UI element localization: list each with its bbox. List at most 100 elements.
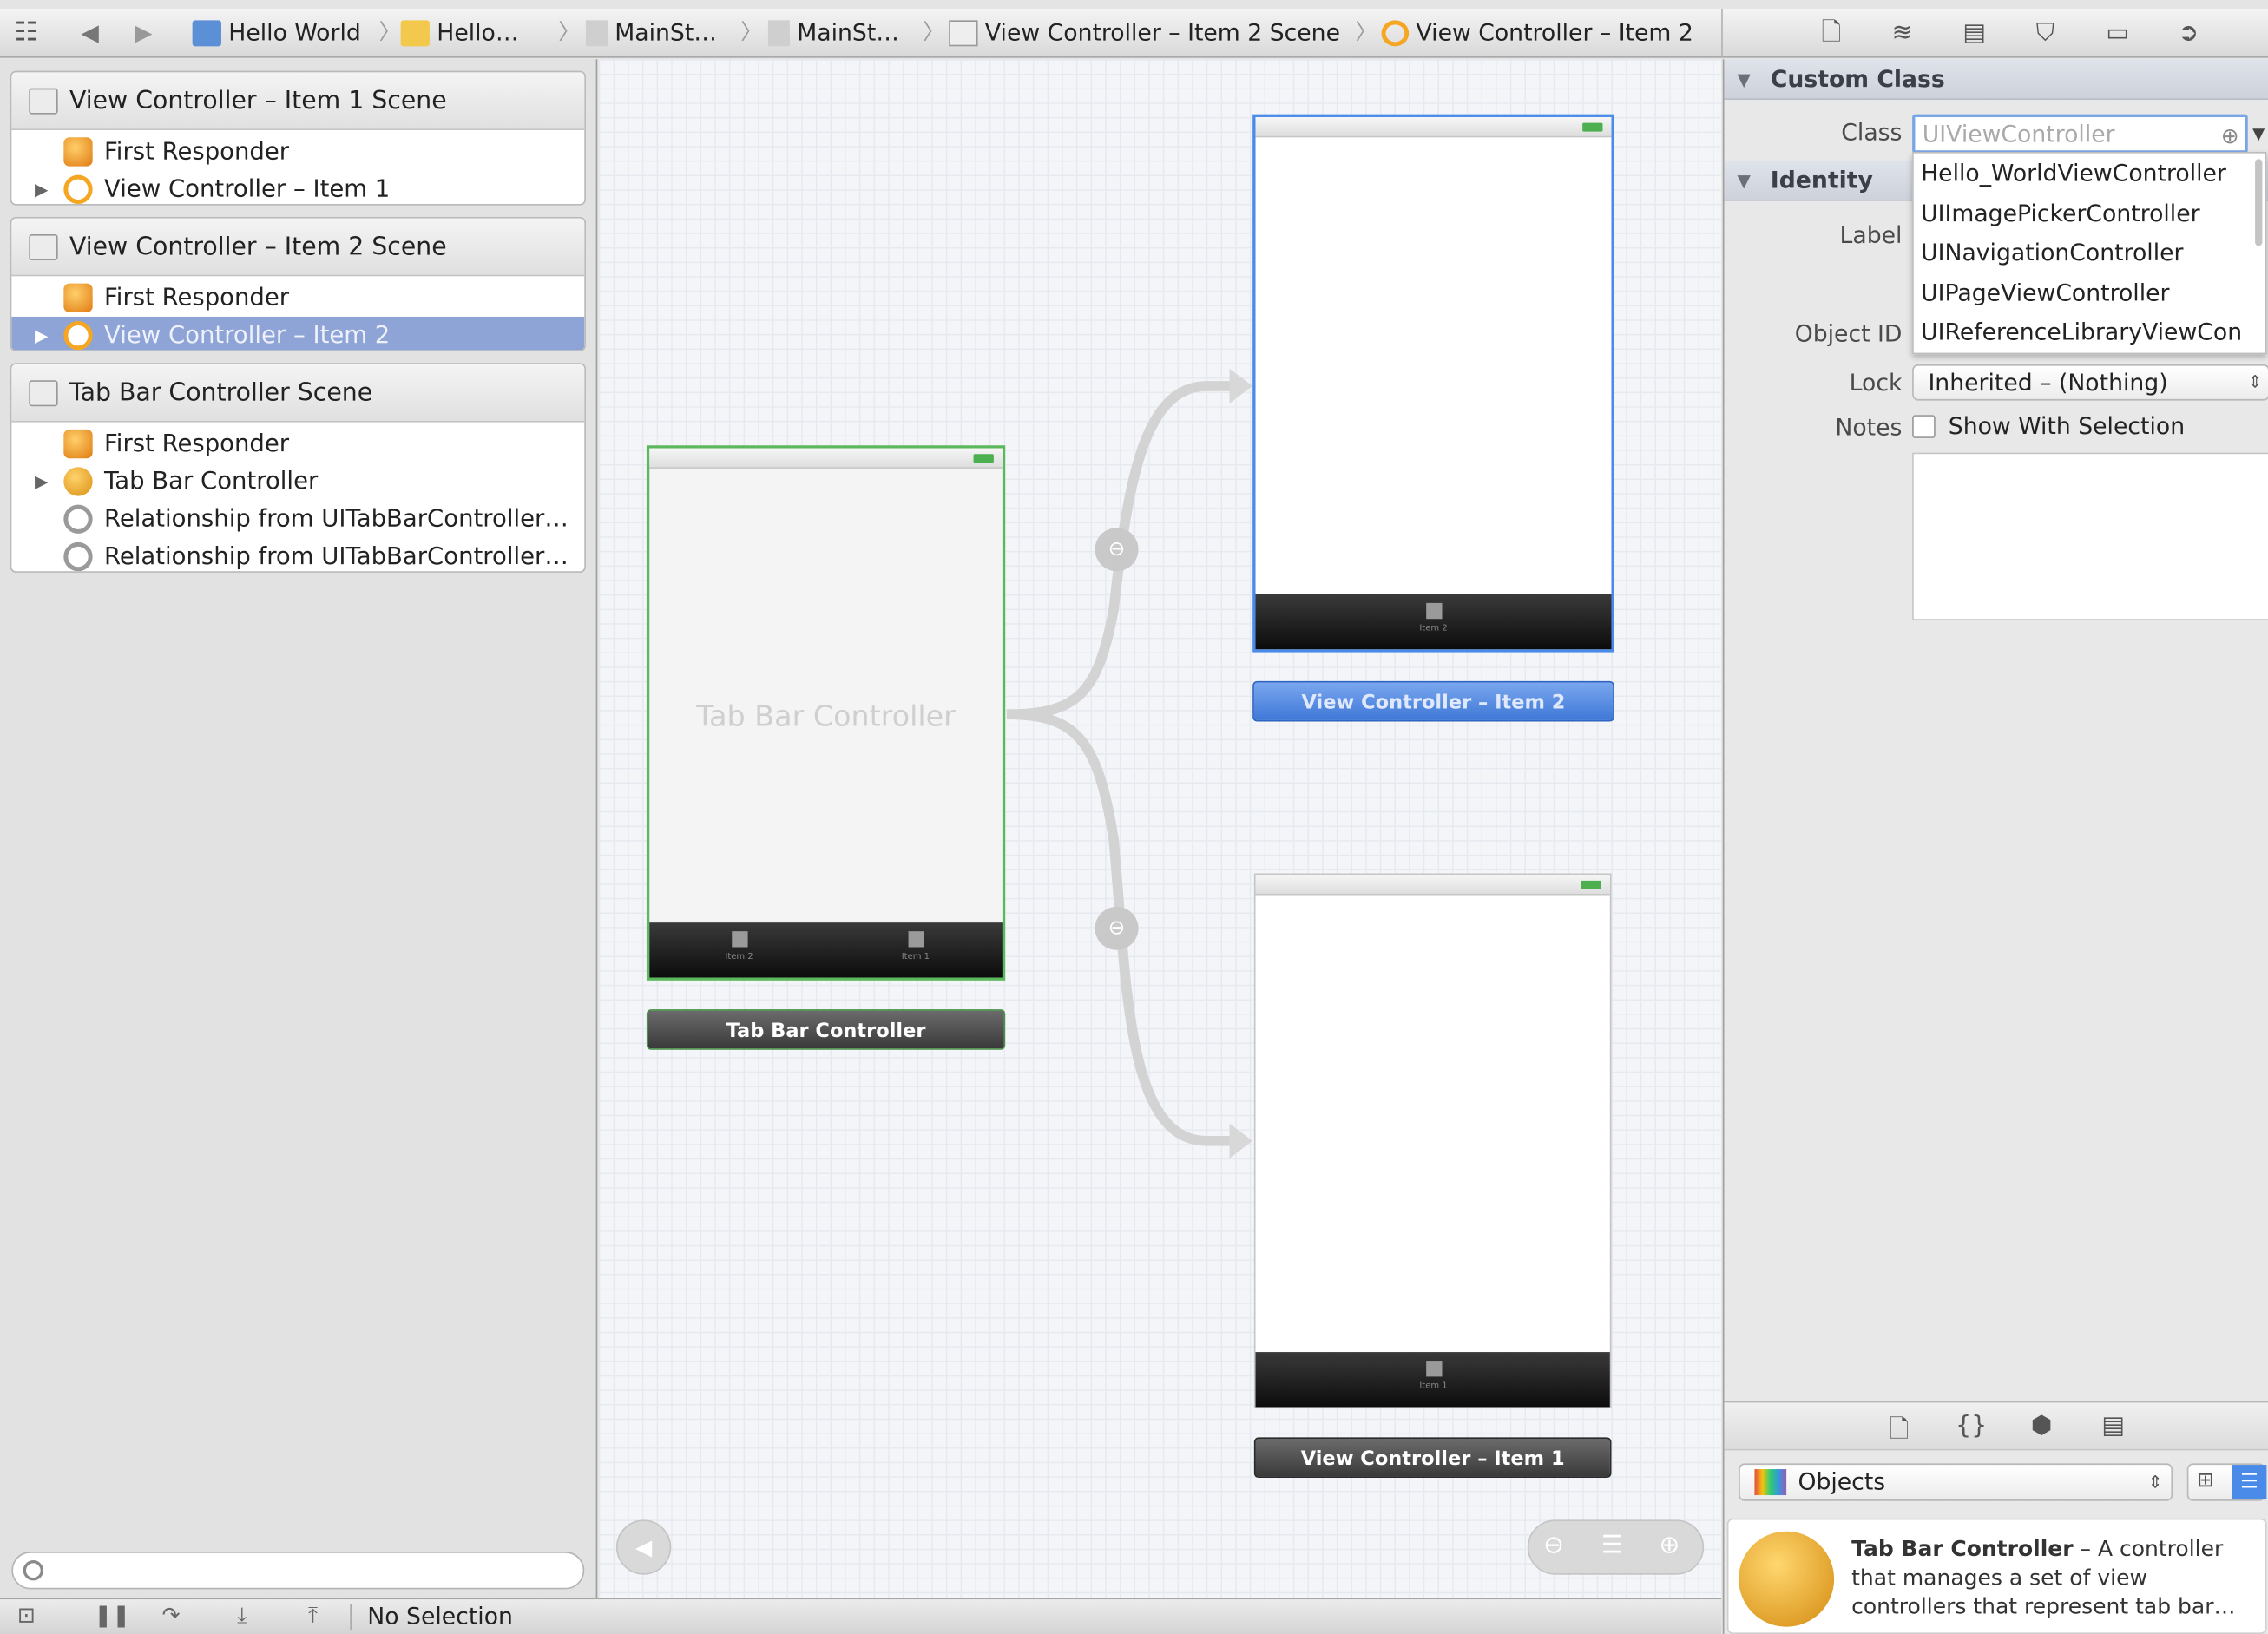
zoom-fit-icon[interactable]: ☰: [1601, 1532, 1623, 1560]
step-out-icon[interactable]: ⤒: [308, 1602, 318, 1628]
outline-item-relationship[interactable]: Relationship from UITabBarController…: [11, 538, 584, 572]
outline-item-first-responder[interactable]: First Responder: [11, 425, 584, 463]
relationship-segue-icon: [63, 504, 93, 534]
scene-title-tab-bar-controller[interactable]: Tab Bar Controller: [646, 1009, 1006, 1050]
crumb-separator: 〉: [1355, 18, 1377, 45]
disclosure-triangle-icon[interactable]: ▶: [35, 171, 48, 204]
outline-item-first-responder[interactable]: First Responder: [11, 279, 584, 317]
tab-bar-item[interactable]: Item 2: [1412, 602, 1456, 633]
scene-item2: View Controller – Item 2 Scene First Res…: [10, 216, 586, 351]
class-suggestion[interactable]: UIReferenceLibraryViewCon: [1914, 313, 2265, 353]
view-controller-icon: [63, 320, 93, 351]
relationship-segue-badge[interactable]: ⊖: [1095, 906, 1139, 950]
status-bar: [1255, 116, 1612, 138]
outline-filter-field[interactable]: [11, 1552, 585, 1590]
disclosure-triangle-icon[interactable]: ▼: [1737, 161, 1750, 201]
tab-bar-item[interactable]: Item 1: [894, 931, 937, 961]
step-into-icon[interactable]: ⤓: [237, 1602, 247, 1628]
scene-title-view-controller-item1[interactable]: View Controller – Item 1: [1253, 1437, 1612, 1479]
toggle-outline-button[interactable]: ◀: [615, 1519, 672, 1575]
connections-inspector-icon[interactable]: ➲: [2173, 17, 2205, 49]
crumb-separator: 〉: [558, 18, 581, 45]
lock-label: Lock: [1849, 368, 1903, 397]
disclosure-triangle-icon[interactable]: ▼: [1737, 59, 1750, 100]
outline-item-first-responder[interactable]: First Responder: [11, 133, 584, 170]
back-arrow-icon[interactable]: ◀: [81, 9, 99, 58]
scene-title-view-controller-item2[interactable]: View Controller – Item 2: [1252, 680, 1614, 722]
tab-bar-item[interactable]: Item 1: [1412, 1361, 1456, 1391]
scene-tab-bar-controller: Tab Bar Controller Scene First Responder…: [10, 363, 586, 573]
outline-item-view-controller-2[interactable]: ▶ View Controller – Item 2: [11, 316, 585, 351]
outline-item-relationship[interactable]: Relationship from UITabBarController…: [11, 501, 584, 538]
quick-help-icon[interactable]: ≋: [1886, 17, 1918, 49]
battery-icon: [973, 454, 994, 463]
zoom-in-icon[interactable]: ⊕: [1659, 1532, 1680, 1560]
lock-popup[interactable]: Inherited – (Nothing) ⇕: [1912, 364, 2268, 401]
crumb-project[interactable]: Hello World: [192, 9, 361, 58]
dropdown-scrollbar[interactable]: [2255, 159, 2263, 246]
size-inspector-icon[interactable]: ▭: [2101, 17, 2133, 49]
identity-inspector-icon[interactable]: ▤: [1958, 17, 1990, 49]
list-view-icon[interactable]: ☰: [2232, 1465, 2267, 1500]
file-inspector-icon[interactable]: 🗋: [1815, 17, 1847, 49]
file-template-library-icon[interactable]: 🗋: [1889, 1411, 1909, 1453]
document-outline: View Controller – Item 1 Scene First Res…: [0, 59, 598, 1598]
class-suggestion[interactable]: UINavigationController: [1914, 233, 2265, 273]
class-suggestions-dropdown: Hello_WorldViewController UIImagePickerC…: [1912, 151, 2267, 355]
status-bar: [649, 448, 1003, 469]
zoom-out-icon[interactable]: ⊖: [1543, 1532, 1564, 1560]
project-icon: [192, 20, 221, 47]
section-header-custom-class[interactable]: ▼ Custom Class: [1724, 59, 2268, 100]
pause-icon[interactable]: ❚❚: [94, 1602, 130, 1628]
class-combo-field[interactable]: UIViewController ⊕: [1912, 114, 2248, 154]
updown-arrows-icon: ⇕: [2247, 371, 2263, 392]
step-over-icon[interactable]: ↷: [162, 1602, 181, 1628]
scene-header[interactable]: View Controller – Item 1 Scene: [11, 72, 585, 130]
outline-item-view-controller-1[interactable]: ▶ View Controller – Item 1: [11, 171, 584, 204]
crumb-scene[interactable]: View Controller – Item 2 Scene: [949, 9, 1340, 58]
scene-header[interactable]: Tab Bar Controller Scene: [11, 364, 585, 423]
code-snippet-library-icon[interactable]: {}: [1956, 1411, 1987, 1440]
tab-bar-controller-body-label: Tab Bar Controller: [696, 698, 956, 733]
hide-debug-area-icon[interactable]: ⊡: [17, 1602, 36, 1628]
inspector-selector-bar: 🗋 ≋ ▤ ⛉ ▭ ➲: [1721, 8, 2268, 58]
outline-item-tab-bar-controller[interactable]: ▶ Tab Bar Controller: [11, 463, 584, 500]
tab-bar-item[interactable]: Item 2: [718, 931, 761, 961]
library-item-tab-bar-controller[interactable]: Tab Bar Controller – A controller that m…: [1726, 1518, 2267, 1634]
disclosure-triangle-icon[interactable]: ▶: [35, 317, 48, 350]
first-responder-icon: [63, 283, 93, 312]
view-controller-icon: [1381, 20, 1410, 47]
view-controller-item2-scene[interactable]: Item 2: [1252, 114, 1614, 653]
storyboard-file-icon: [767, 20, 790, 47]
view-controller-item1-scene[interactable]: Item 1: [1253, 873, 1612, 1409]
crumb-view-controller[interactable]: View Controller – Item 2: [1381, 9, 1693, 58]
crumb-folder[interactable]: Hello…: [400, 9, 519, 58]
object-library-icon[interactable]: ⬢: [2031, 1411, 2053, 1440]
crumb-storyboard-1[interactable]: MainSt…: [585, 9, 717, 58]
notes-textarea[interactable]: [1912, 452, 2268, 620]
tab-bar-controller-scene[interactable]: Tab Bar Controller Item 2 Item 1: [646, 445, 1006, 981]
class-suggestion[interactable]: UIPageViewController: [1914, 273, 2265, 313]
relationship-segue-badge[interactable]: ⊖: [1095, 528, 1139, 572]
related-items-icon[interactable]: ☷: [15, 9, 38, 58]
notes-label: Notes: [1835, 413, 1903, 442]
scene-icon: [29, 88, 58, 115]
class-suggestion[interactable]: UIImagePickerController: [1914, 194, 2265, 233]
library-view-mode-segmented: ⊞ ☰: [2186, 1463, 2267, 1501]
crumb-storyboard-2[interactable]: MainSt…: [767, 9, 899, 58]
show-with-selection-checkbox[interactable]: [1912, 415, 1936, 438]
disclosure-triangle-icon[interactable]: ▶: [35, 463, 48, 500]
media-library-icon[interactable]: ▤: [2101, 1411, 2125, 1440]
first-responder-icon: [63, 429, 93, 459]
storyboard-canvas[interactable]: ⊖ ⊖ Tab Bar Controller Item 2 Item 1 Tab…: [598, 59, 1722, 1598]
left-arrow-icon: ◀: [634, 1534, 653, 1561]
scene-header[interactable]: View Controller – Item 2 Scene: [11, 218, 585, 277]
class-dropdown-toggle[interactable]: ▼: [2248, 117, 2268, 152]
forward-arrow-icon[interactable]: ▶: [135, 9, 153, 58]
class-suggestion[interactable]: Hello_WorldViewController: [1914, 154, 2265, 194]
library-objects-popup[interactable]: Objects ⇕: [1739, 1463, 2173, 1501]
attributes-inspector-icon[interactable]: ⛉: [2029, 17, 2061, 49]
clear-arrow-icon[interactable]: ⊕: [2221, 120, 2239, 153]
grid-view-icon[interactable]: ⊞: [2197, 1469, 2214, 1493]
show-with-selection-label: Show With Selection: [1948, 411, 2186, 440]
